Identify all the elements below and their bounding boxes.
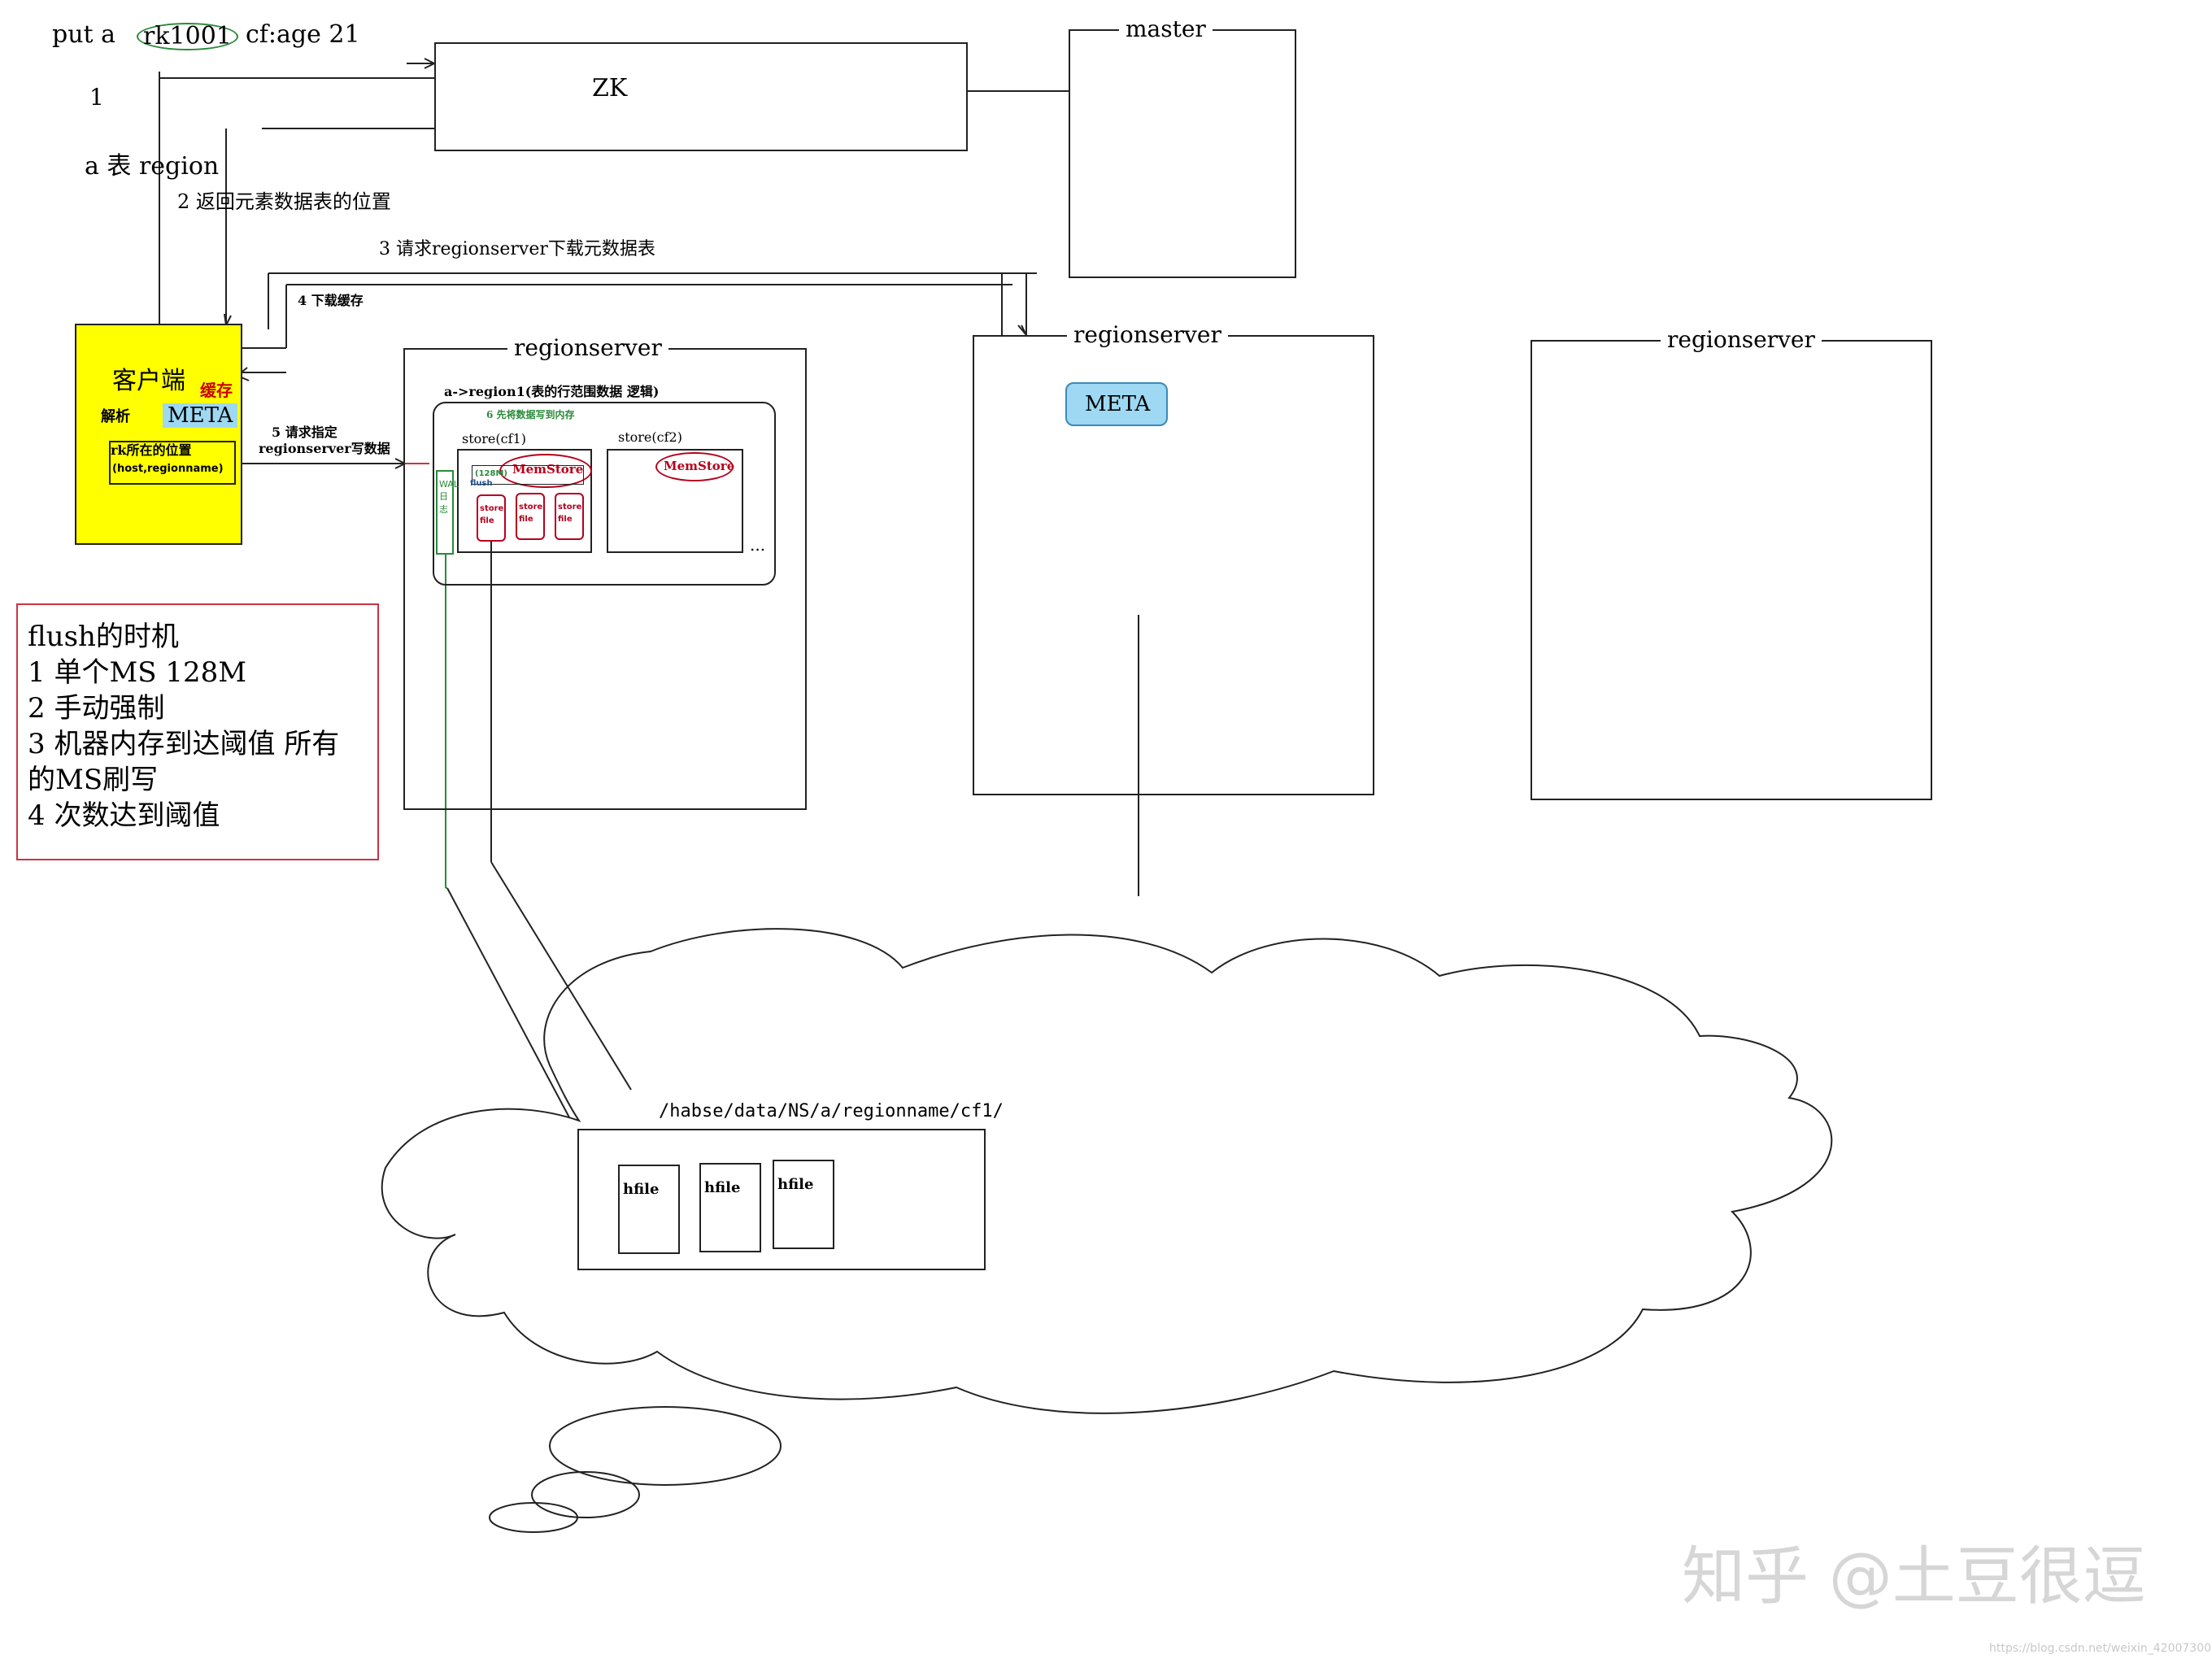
step-1-label: 1 [89,84,104,111]
wal-label: WAL日志 [439,479,459,515]
flush-title: flush的时机 [28,620,179,653]
rs2-meta: META [1065,382,1168,426]
watermark: 知乎 @土豆很逗 [1682,1540,2146,1613]
region-label: a->region1(表的行范围数据 逻辑) [444,384,660,399]
regionserver-2: regionserver META [973,324,1374,795]
zk-box: ZK [434,42,968,151]
regionserver-1-title: regionserver [507,337,668,359]
hdfs-box: hfile hfile hfile [577,1129,986,1270]
client-meta: META [163,403,238,428]
step-2-label: 2 返回元素数据表的位置 [177,190,391,213]
command-column: cf:age 21 [246,20,360,49]
source-url: https://blog.csdn.net/weixin_42007300 [1989,1642,2212,1655]
flush-item-3-cont: 的MS刷写 [28,764,159,796]
flush-item-3: 3 机器内存到达阈值 所有 [28,728,340,760]
wal-log: WAL日志 [436,470,459,555]
client-title: 客户端 [112,367,185,395]
region-ellipsis: ... [750,535,766,555]
regionserver-3: regionserver [1531,329,1932,800]
rk-location-line2: (host,regionname) [112,463,224,475]
step-1-caption: a 表 region [85,152,220,181]
zk-label: ZK [592,74,628,102]
storefile-2: store file [516,493,545,540]
master-box: master [1069,18,1296,278]
storefile-3: store file [555,493,584,540]
memstore-size: (128M) [475,469,507,478]
flush-item-2: 2 手动强制 [28,692,165,725]
hfile-2-label: hfile [704,1179,741,1196]
hfile-1-label: hfile [623,1181,660,1198]
storefile-1-label: store file [480,504,504,525]
client-parse: 解析 [101,408,130,425]
step-3-label: 3 请求regionserver下载元数据表 [379,239,655,259]
step-6-label: 6 先将数据写到内存 [486,409,575,420]
client-box: 客户端 缓存 解析 META rk所在的位置 (host,regionname) [75,324,242,545]
memstore-cf2-label: MemStore [664,459,735,473]
client-cache: 缓存 [200,381,233,400]
store-cf2-label: store(cf2) [618,429,682,445]
rk-location-line1: rk所在的位置 [111,442,192,458]
step-4-label: 4 下载缓存 [298,293,364,308]
command-put: put a [52,20,116,49]
master-label: master [1119,18,1213,41]
regionserver-3-title: regionserver [1661,329,1822,351]
hfile-3-label: hfile [777,1176,814,1193]
hdfs-path: /habse/data/NS/a/regionname/cf1/ [659,1101,1004,1121]
flush-item-4: 4 次数达到阈值 [28,799,220,832]
rk-location-box: rk所在的位置 (host,regionname) [109,441,236,485]
step-5-label-1: 5 请求指定 [272,425,337,440]
flush-timing-box: flush的时机 1 单个MS 128M 2 手动强制 3 机器内存到达阈值 所… [16,603,379,860]
rowkey-ellipse: rk1001 [137,23,238,50]
flush-label: flush [470,479,493,488]
regionserver-2-title: regionserver [1067,324,1228,346]
memstore-cf2: MemStore [655,452,734,481]
hfile-2: hfile [699,1163,761,1252]
hfile-3: hfile [773,1160,834,1249]
flush-item-1: 1 单个MS 128M [28,656,247,689]
storefile-1: store file [477,494,506,542]
rs2-meta-label: META [1085,392,1151,416]
storefile-3-label: store file [558,503,582,524]
storefile-2-label: store file [519,503,543,524]
hfile-1: hfile [618,1165,680,1254]
step-5-label-2: regionserver写数据 [259,441,390,456]
store-cf1-label: store(cf1) [462,431,526,446]
